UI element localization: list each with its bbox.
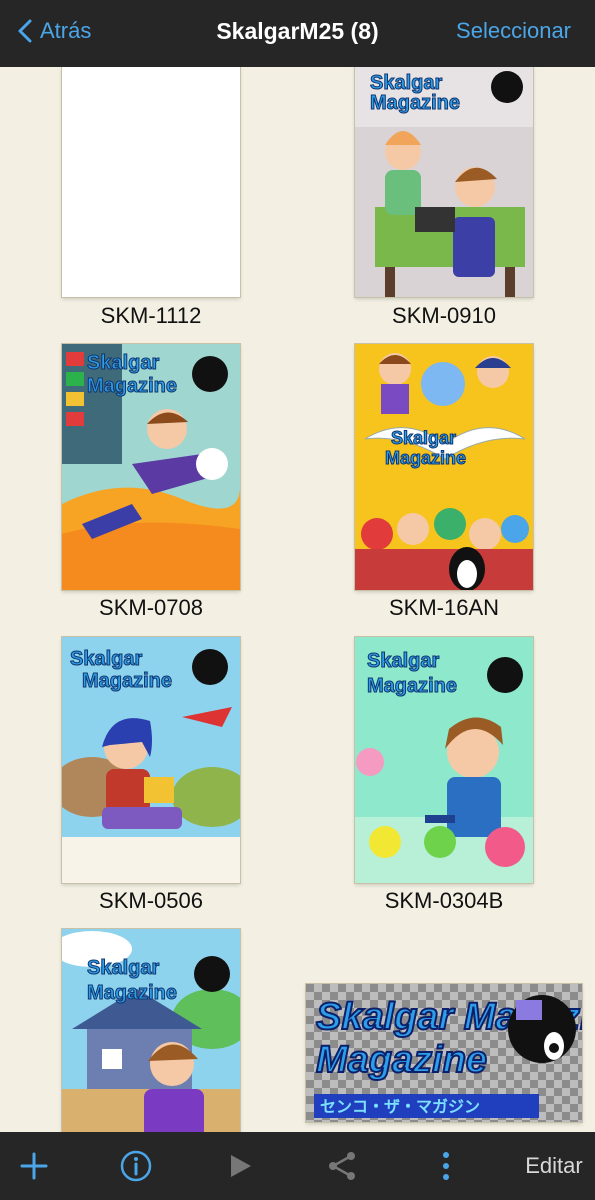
svg-text:Magazine: Magazine bbox=[316, 1039, 487, 1081]
info-button[interactable] bbox=[118, 1146, 154, 1186]
cover-art-pink-creatures: Skalgar Magazine bbox=[355, 637, 533, 883]
svg-text:Skalgar: Skalgar bbox=[370, 72, 442, 94]
cover-label: SKM-0708 bbox=[99, 595, 203, 620]
cover-art-reading: Skalgar Magazine bbox=[62, 637, 240, 883]
plus-icon bbox=[20, 1152, 48, 1180]
svg-text:Magazine: Magazine bbox=[82, 670, 172, 692]
svg-text:Skalgar: Skalgar bbox=[70, 648, 142, 670]
svg-text:Skalgar: Skalgar bbox=[87, 352, 159, 374]
cover-thumb-16an[interactable]: Skalgar Magazine bbox=[355, 344, 533, 590]
cover-thumb-0304b[interactable]: Skalgar Magazine bbox=[355, 637, 533, 883]
cover-label: SKM-0304B bbox=[384, 888, 504, 913]
bottom-toolbar: Editar bbox=[0, 1132, 595, 1200]
play-icon bbox=[231, 1155, 251, 1177]
more-button[interactable] bbox=[428, 1146, 464, 1186]
svg-text:Magazine: Magazine bbox=[367, 675, 457, 697]
info-icon bbox=[120, 1150, 152, 1182]
cover-art-anniversary: Skalgar Magazine bbox=[355, 344, 533, 590]
cover-art-classroom: Skalgar Magazine bbox=[355, 67, 533, 297]
back-label: Atrás bbox=[40, 18, 92, 43]
select-button[interactable]: Seleccionar bbox=[456, 18, 571, 44]
chevron-left-icon bbox=[18, 19, 32, 43]
navigation-bar: Atrás SkalgarM25 (8) Seleccionar bbox=[0, 0, 595, 67]
cover-art-logo: Skalgar Magazine Magazine センコ・ザ・マガジン bbox=[306, 984, 582, 1122]
cover-art-running: Skalgar Magazine bbox=[62, 344, 240, 590]
cover-grid: SKM-1112 Skalgar Magazine SKM-0910 Skalg… bbox=[0, 67, 595, 1132]
share-icon bbox=[329, 1152, 355, 1180]
back-button[interactable]: Atrás bbox=[16, 18, 91, 44]
svg-text:Skalgar: Skalgar bbox=[367, 650, 439, 672]
cover-label: SKM-1112 bbox=[100, 303, 202, 328]
cover-label: SKM-0910 bbox=[392, 303, 496, 328]
more-vertical-icon bbox=[443, 1152, 449, 1180]
svg-text:Magazine: Magazine bbox=[370, 92, 460, 114]
cover-label: SKM-0506 bbox=[99, 888, 203, 913]
cover-thumb-0708[interactable]: Skalgar Magazine bbox=[62, 344, 240, 590]
share-button[interactable] bbox=[324, 1146, 360, 1186]
cover-thumb-0910[interactable]: Skalgar Magazine bbox=[355, 67, 533, 297]
cover-label: SKM-16AN bbox=[388, 595, 500, 620]
edit-button[interactable]: Editar bbox=[518, 1146, 590, 1186]
cover-art-house: Skalgar Magazine bbox=[62, 929, 240, 1132]
svg-text:Skalgar: Skalgar bbox=[87, 957, 159, 979]
svg-text:Magazine: Magazine bbox=[87, 982, 177, 1004]
play-button[interactable] bbox=[222, 1146, 258, 1186]
svg-text:Magazine: Magazine bbox=[385, 448, 466, 468]
svg-text:Magazine: Magazine bbox=[87, 375, 177, 397]
cover-thumb-0506[interactable]: Skalgar Magazine bbox=[62, 637, 240, 883]
cover-thumb-logo[interactable]: Skalgar Magazine Magazine センコ・ザ・マガジン bbox=[306, 984, 582, 1122]
cover-logo-subtitle: センコ・ザ・マガジン bbox=[320, 1097, 480, 1116]
add-button[interactable] bbox=[16, 1146, 52, 1186]
svg-text:Skalgar: Skalgar bbox=[391, 428, 456, 448]
cover-thumb-house[interactable]: Skalgar Magazine bbox=[62, 929, 240, 1132]
cover-thumb-1112[interactable] bbox=[62, 67, 240, 297]
